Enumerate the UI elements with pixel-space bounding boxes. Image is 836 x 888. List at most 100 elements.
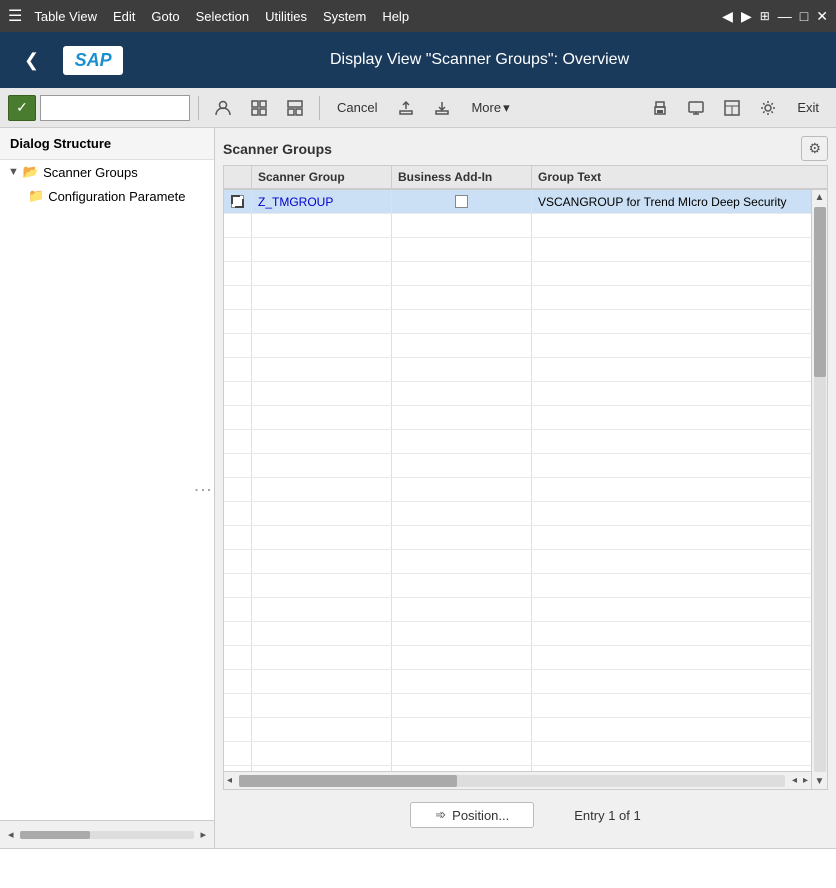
col-header-group-text[interactable]: Group Text — [532, 166, 827, 188]
table-column-headers: Scanner Group Business Add-In Group Text — [224, 166, 827, 190]
v-scrollbar-track[interactable] — [814, 207, 826, 772]
v-scroll-down-icon[interactable]: ▼ — [813, 774, 827, 789]
empty-cell-group — [252, 214, 392, 237]
minimize-icon[interactable]: — — [778, 8, 792, 24]
menu-edit[interactable]: Edit — [113, 9, 135, 24]
back-button[interactable]: ❮ — [16, 46, 47, 75]
person-icon-button[interactable] — [207, 96, 239, 120]
empty-cell-select — [224, 382, 252, 405]
empty-cell-addon — [392, 622, 532, 645]
business-addon-checkbox-0[interactable] — [455, 195, 468, 208]
h-scroll-right-icon-2[interactable]: ▸ — [800, 774, 811, 787]
tree-item-config[interactable]: 📁 Configuration Paramete — [0, 184, 214, 208]
menu-selection[interactable]: Selection — [196, 9, 249, 24]
v-scrollbar-thumb[interactable] — [814, 207, 826, 377]
empty-cell-addon — [392, 694, 532, 717]
tree-folder-icon: 📁 — [28, 188, 44, 204]
panel-resizer[interactable]: ⋮ — [192, 481, 214, 495]
col-header-scanner-group[interactable]: Scanner Group — [252, 166, 392, 188]
row-checkbox-0[interactable] — [231, 195, 244, 208]
empty-cell-select — [224, 694, 252, 717]
maximize-icon[interactable]: □ — [800, 8, 808, 24]
menu-utilities[interactable]: Utilities — [265, 9, 307, 24]
position-bar: ➾ Position... Entry 1 of 1 — [223, 790, 828, 840]
empty-row — [224, 694, 811, 718]
empty-cell-group — [252, 286, 392, 309]
config-button[interactable] — [752, 96, 784, 120]
empty-row — [224, 742, 811, 766]
config-icon — [759, 99, 777, 117]
layout-button[interactable] — [716, 96, 748, 120]
nav-forward-icon[interactable]: ▶ — [741, 8, 752, 25]
horizontal-scrollbar[interactable]: ◂ ◂ ▸ — [224, 771, 811, 789]
expand-icon: ▼ — [8, 166, 19, 178]
restore-icon[interactable]: ⊞ — [760, 9, 770, 23]
empty-row — [224, 382, 811, 406]
split-icon-button[interactable] — [279, 96, 311, 120]
menu-goto[interactable]: Goto — [151, 9, 179, 24]
empty-cell-group — [252, 622, 392, 645]
display-icon — [687, 99, 705, 117]
exit-button[interactable]: Exit — [788, 96, 828, 119]
position-button[interactable]: ➾ Position... — [410, 802, 534, 828]
empty-cell-select — [224, 574, 252, 597]
empty-cell-group — [252, 334, 392, 357]
table-row[interactable]: Z_TMGROUP VSCANGROUP for Trend MIcro Dee… — [224, 190, 811, 214]
empty-cell-addon — [392, 310, 532, 333]
empty-cell-addon — [392, 526, 532, 549]
entry-info: Entry 1 of 1 — [574, 808, 640, 823]
empty-cell-group — [252, 550, 392, 573]
empty-row — [224, 214, 811, 238]
hamburger-icon[interactable]: ☰ — [8, 6, 22, 26]
dialog-structure-title: Dialog Structure — [0, 128, 214, 160]
empty-cell-select — [224, 622, 252, 645]
empty-cell-group — [252, 358, 392, 381]
menu-table-view[interactable]: Table View — [34, 9, 97, 24]
table-main: Z_TMGROUP VSCANGROUP for Trend MIcro Dee… — [224, 190, 811, 789]
cancel-button[interactable]: Cancel — [328, 96, 386, 119]
menu-system[interactable]: System — [323, 9, 366, 24]
print-button[interactable] — [644, 96, 676, 120]
toolbar: ✓ Cancel Mo — [0, 88, 836, 128]
table-settings-button[interactable]: ⚙ — [801, 136, 828, 161]
scroll-left-icon[interactable]: ◂ — [4, 826, 18, 843]
confirm-button[interactable]: ✓ — [8, 95, 36, 121]
sap-logo: SAP — [63, 46, 123, 75]
empty-cell-text — [532, 358, 811, 381]
grid-icon-button[interactable] — [243, 96, 275, 120]
empty-cell-addon — [392, 262, 532, 285]
empty-cell-group — [252, 670, 392, 693]
empty-cell-text — [532, 382, 811, 405]
upload-button[interactable] — [390, 96, 422, 120]
empty-cell-text — [532, 718, 811, 741]
nav-back-icon[interactable]: ◀ — [722, 8, 733, 25]
tree-item-label-1: Configuration Paramete — [48, 189, 185, 204]
display-button[interactable] — [680, 96, 712, 120]
close-icon[interactable]: ✕ — [816, 8, 828, 25]
separator-2 — [319, 96, 320, 120]
col-header-business-addon[interactable]: Business Add-In — [392, 166, 532, 188]
empty-row — [224, 430, 811, 454]
empty-cell-text — [532, 430, 811, 453]
empty-row — [224, 262, 811, 286]
command-input[interactable] — [40, 95, 190, 121]
cell-select-0[interactable] — [224, 190, 252, 213]
empty-cell-addon — [392, 214, 532, 237]
empty-cell-text — [532, 670, 811, 693]
tree-item-scanner-groups[interactable]: ▼ 📂 Scanner Groups — [0, 160, 214, 184]
h-scroll-right-icon-1[interactable]: ◂ — [789, 774, 800, 787]
empty-row — [224, 574, 811, 598]
h-scrollbar-thumb[interactable] — [239, 775, 457, 787]
h-scrollbar-track[interactable] — [239, 775, 785, 787]
download-button[interactable] — [426, 96, 458, 120]
h-scroll-left-icon[interactable]: ◂ — [224, 774, 235, 787]
v-scroll-up-icon[interactable]: ▲ — [813, 190, 827, 205]
more-button[interactable]: More ▾ — [462, 96, 518, 120]
scroll-right-icon[interactable]: ▸ — [196, 826, 210, 843]
empty-cell-group — [252, 526, 392, 549]
empty-cell-text — [532, 478, 811, 501]
empty-cell-select — [224, 238, 252, 261]
window-controls: ◀ ▶ ⊞ — □ ✕ — [722, 8, 828, 25]
empty-cell-select — [224, 670, 252, 693]
menu-help[interactable]: Help — [382, 9, 409, 24]
